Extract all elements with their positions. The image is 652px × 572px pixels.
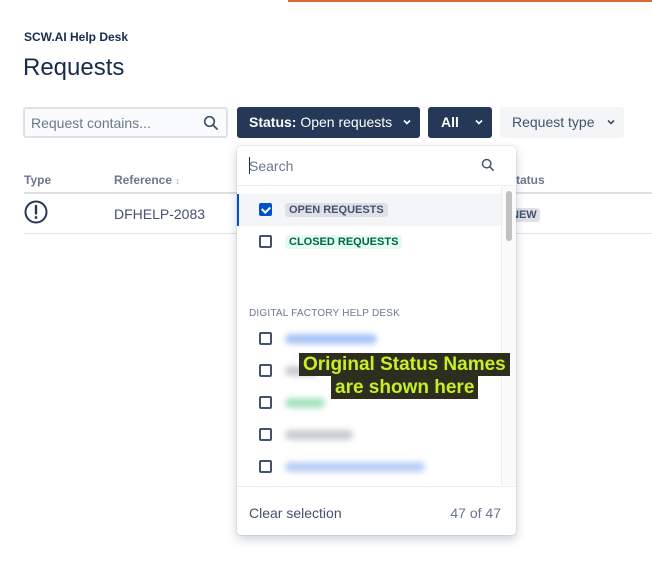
scrollbar-thumb[interactable]: [506, 191, 512, 241]
status-filter-button[interactable]: Status: Open requests: [237, 107, 420, 138]
blurred-status-label: [285, 334, 377, 344]
page-title: Requests: [23, 54, 125, 81]
annotation-line-1: Original Status Names: [299, 353, 510, 376]
exclamation-circle-icon: [24, 200, 48, 224]
checkbox[interactable]: [259, 396, 272, 409]
dropdown-search-input[interactable]: [249, 157, 469, 175]
blurred-status-label: [285, 462, 425, 472]
request-type-label: Request type: [512, 114, 595, 130]
all-filter-label: All: [441, 114, 459, 130]
blurred-status-label: [285, 398, 325, 408]
search-icon: [481, 158, 495, 172]
chevron-down-icon: [475, 119, 483, 125]
checkbox[interactable]: [259, 235, 272, 248]
option-blurred[interactable]: [237, 483, 501, 485]
dropdown-search[interactable]: [237, 146, 516, 186]
option-label: OPEN REQUESTS: [285, 203, 388, 217]
column-header-type: Type: [24, 173, 52, 187]
checkbox[interactable]: [259, 332, 272, 345]
status-filter-value: Open requests: [300, 114, 393, 130]
checkbox[interactable]: [259, 364, 272, 377]
option-closed-requests[interactable]: CLOSED REQUESTS: [237, 226, 501, 258]
option-label: CLOSED REQUESTS: [285, 235, 403, 249]
chevron-down-icon: [403, 119, 411, 125]
checkbox[interactable]: [259, 460, 272, 473]
dropdown-footer: Clear selection 47 of 47: [237, 486, 516, 535]
option-blurred[interactable]: [237, 451, 501, 483]
annotation-line-2: are shown here: [331, 376, 479, 399]
status-option-list[interactable]: OPEN REQUESTS CLOSED REQUESTS DIGITAL FA…: [237, 187, 516, 485]
column-header-reference[interactable]: Reference ↕: [114, 173, 180, 187]
dropdown-scrollbar[interactable]: [501, 187, 516, 485]
selection-count: 47 of 47: [450, 505, 501, 521]
chevron-down-icon: [607, 119, 615, 125]
breadcrumb[interactable]: SCW.AI Help Desk: [24, 30, 128, 44]
search-icon[interactable]: [203, 115, 219, 131]
checkbox[interactable]: [259, 428, 272, 441]
blurred-status-label: [285, 430, 353, 440]
request-search-box[interactable]: [23, 107, 228, 138]
sort-icon: ↕: [175, 176, 180, 186]
status-filter-label: Status: Open requests: [249, 114, 392, 130]
status-filter-prefix: Status:: [249, 114, 297, 130]
request-search-input[interactable]: [31, 114, 199, 132]
top-edge-strip: [288, 0, 652, 2]
option-open-requests[interactable]: OPEN REQUESTS: [237, 194, 501, 226]
request-type-filter-button[interactable]: Request type: [500, 107, 624, 138]
request-reference-link[interactable]: DFHELP-2083: [114, 206, 205, 222]
text-cursor: [249, 157, 250, 174]
option-blurred[interactable]: [237, 419, 501, 451]
column-header-reference-label: Reference: [114, 173, 173, 187]
option-blurred[interactable]: [237, 323, 501, 355]
all-filter-button[interactable]: All: [428, 107, 492, 138]
status-dropdown: OPEN REQUESTS CLOSED REQUESTS DIGITAL FA…: [237, 146, 516, 535]
checkbox-checked[interactable]: [259, 203, 272, 216]
clear-selection-button[interactable]: Clear selection: [249, 505, 342, 521]
group-label: DIGITAL FACTORY HELP DESK: [249, 308, 400, 319]
